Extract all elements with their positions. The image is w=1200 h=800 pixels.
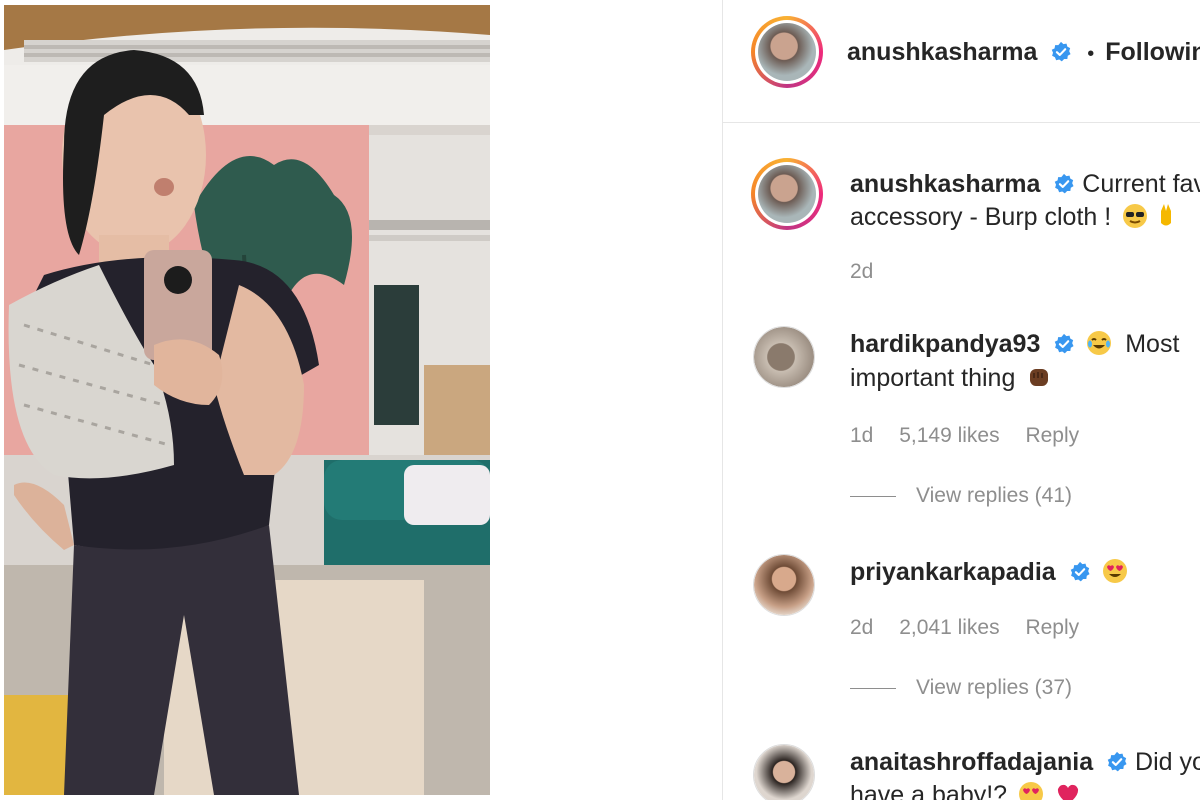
- verified-badge-icon: [1107, 751, 1127, 772]
- comment-username[interactable]: priyankarkapadia: [850, 558, 1056, 586]
- post-header: anushkasharma • Following: [723, 0, 1200, 123]
- red-heart-emoji-icon: [1057, 784, 1079, 800]
- sunglasses-emoji-icon: [1123, 204, 1148, 228]
- heart-eyes-emoji-icon: [1019, 782, 1044, 800]
- comment-text-line2: important thing: [850, 364, 1016, 392]
- comment-time: 1d: [850, 424, 874, 447]
- comment-avatar[interactable]: [753, 554, 815, 616]
- caption-username[interactable]: anushkasharma: [850, 170, 1040, 198]
- reply-button[interactable]: Reply: [1025, 424, 1079, 447]
- comment-username[interactable]: hardikpandya93: [850, 330, 1040, 358]
- comments-panel: anushkasharma • Following anushkasharma …: [722, 0, 1200, 800]
- raised-fist-emoji-icon: [1030, 369, 1049, 386]
- following-button[interactable]: Following: [1105, 38, 1200, 66]
- header-avatar[interactable]: [751, 16, 823, 88]
- verified-badge-icon: [1052, 41, 1071, 62]
- caption-avatar[interactable]: [751, 158, 823, 230]
- comment-avatar[interactable]: [753, 326, 815, 388]
- verified-badge-icon: [1070, 561, 1090, 582]
- tears-of-joy-emoji-icon: [1087, 331, 1112, 355]
- comment-likes[interactable]: 2,041 likes: [899, 616, 999, 639]
- comment-text-line1: Most: [1125, 330, 1180, 358]
- comment-avatar[interactable]: [753, 744, 815, 800]
- replies-divider: [850, 495, 896, 497]
- header-username[interactable]: anushkasharma: [847, 38, 1037, 66]
- victory-hand-emoji-icon: [1161, 204, 1172, 226]
- caption-text-line1: Current fav: [1082, 170, 1200, 198]
- header-separator: •: [1087, 43, 1095, 65]
- post-photo[interactable]: [4, 5, 490, 795]
- verified-badge-icon: [1055, 173, 1074, 194]
- reply-button[interactable]: Reply: [1025, 616, 1079, 639]
- comment-username[interactable]: anaitashroffadajania: [850, 748, 1093, 776]
- comment-time: 2d: [850, 616, 874, 639]
- replies-divider: [850, 687, 896, 689]
- verified-badge-icon: [1055, 333, 1074, 354]
- caption-time: 2d: [850, 260, 874, 283]
- comment-text-line2: have a baby!?: [850, 781, 1008, 800]
- view-replies-label: View replies (41): [916, 484, 1073, 507]
- heart-eyes-emoji-icon: [1102, 559, 1127, 583]
- comment-text-line1: Did yo: [1135, 748, 1200, 776]
- view-replies-button[interactable]: View replies (37): [850, 676, 1092, 700]
- view-replies-button[interactable]: View replies (41): [850, 484, 1092, 508]
- post-photo-image: [4, 5, 490, 795]
- view-replies-label: View replies (37): [916, 676, 1073, 699]
- comment-likes[interactable]: 5,149 likes: [899, 424, 999, 447]
- caption-text-line2: accessory - Burp cloth !: [850, 203, 1112, 231]
